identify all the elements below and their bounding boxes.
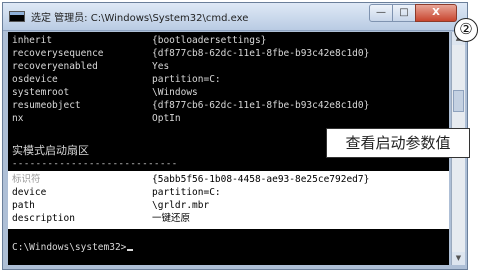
maximize-button[interactable]: □ xyxy=(392,4,416,22)
entry-line: description 一键还原 xyxy=(12,213,191,224)
entry-line: path \grldr.mbr xyxy=(12,200,210,211)
console-line: resumeobject {df877cb6-62dc-11e1-8fbe-b93… xyxy=(12,100,370,111)
scroll-down-icon[interactable]: ▼ xyxy=(452,252,465,265)
text-cursor xyxy=(127,249,134,251)
selected-entry[interactable]: 标识符 {5abb5f56-1b08-4458-ae93-8e25ce792ed7… xyxy=(8,171,449,229)
console-line: nx OptIn xyxy=(12,113,181,124)
section-divider: ---------------------------- xyxy=(12,159,178,169)
close-button[interactable]: X xyxy=(415,4,457,22)
annotation-callout: 查看启动参数值 xyxy=(326,128,470,158)
scroll-thumb[interactable] xyxy=(453,90,464,112)
console-line: recoveryenabled Yes xyxy=(12,61,170,72)
title-bar[interactable]: 选定 管理员: C:\Windows\System32\cmd.exe — □ … xyxy=(3,3,467,31)
entry-line: device partition=C: xyxy=(12,187,221,198)
console-line: recoverysequence {df877cb8-62dc-11e1-8fbe… xyxy=(12,48,370,59)
section-title: 实模式启动扇区 xyxy=(12,144,89,157)
console-line: osdevice partition=C: xyxy=(12,74,221,85)
console-line: systemroot \Windows xyxy=(12,87,198,98)
console-line: inherit {bootloadersettings} xyxy=(12,35,267,46)
entry-line: 标识符 {5abb5f56-1b08-4458-ae93-8e25ce792ed7… xyxy=(12,174,370,185)
step-number-badge: ② xyxy=(454,18,478,42)
minimize-button[interactable]: — xyxy=(369,4,393,22)
window-title: 选定 管理员: C:\Windows\System32\cmd.exe xyxy=(31,13,249,24)
command-prompt[interactable]: C:\Windows\system32> xyxy=(12,242,134,253)
cmd-icon xyxy=(9,11,25,22)
